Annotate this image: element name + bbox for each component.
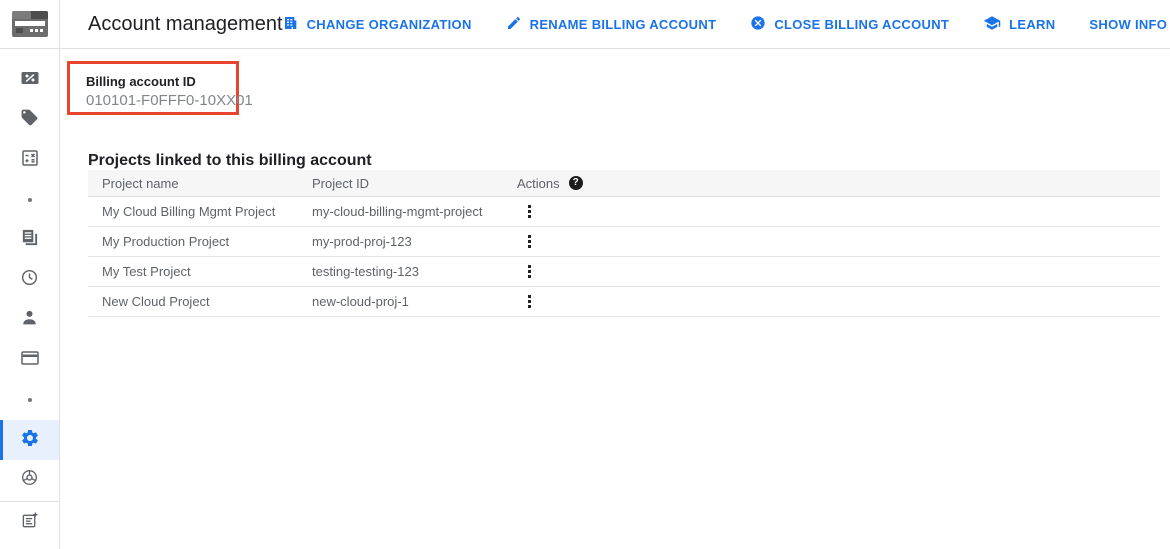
billing-account-id-label: Billing account ID (86, 74, 236, 89)
kebab-menu-icon[interactable] (520, 291, 538, 313)
projects-section-title: Projects linked to this billing account (88, 152, 372, 170)
kebab-menu-icon[interactable] (520, 201, 538, 223)
sidebar-item-account-users[interactable] (0, 300, 59, 340)
table-row: New Cloud Project new-cloud-proj-1 (88, 287, 1160, 317)
pricing-calculator-icon (20, 148, 40, 173)
sidebar-divider (0, 501, 59, 502)
sidebar (0, 49, 60, 549)
billing-card-logo (12, 11, 48, 37)
wheel-icon (20, 468, 39, 492)
change-organization-label: CHANGE ORGANIZATION (307, 17, 472, 32)
project-id-cell: my-cloud-billing-mgmt-project (312, 204, 517, 219)
kebab-menu-icon[interactable] (520, 231, 538, 253)
sidebar-item-pricing[interactable] (0, 140, 59, 180)
rename-billing-account-label: RENAME BILLING ACCOUNT (530, 17, 717, 32)
sidebar-item-overview[interactable] (0, 60, 59, 100)
sidebar-item-collapsed-1[interactable] (0, 180, 59, 220)
gear-icon (20, 428, 40, 453)
column-header-actions-label: Actions (517, 176, 560, 191)
sidebar-item-account-management[interactable] (0, 420, 59, 460)
credit-card-icon (20, 348, 40, 373)
projects-table-header: Project name Project ID Actions ? (88, 170, 1160, 197)
learn-label: LEARN (1009, 17, 1055, 32)
sidebar-item-history[interactable] (0, 260, 59, 300)
sidebar-item-collapsed-2[interactable] (0, 380, 59, 420)
graduation-cap-icon (983, 14, 1001, 35)
person-icon (20, 308, 39, 332)
sidebar-item-cost-table[interactable] (0, 220, 59, 260)
change-organization-button[interactable]: CHANGE ORGANIZATION (283, 15, 472, 34)
dot-icon (28, 398, 32, 402)
project-actions-cell (517, 201, 1160, 223)
page-title: Account management (88, 13, 283, 36)
clock-icon (20, 268, 39, 292)
learn-button[interactable]: LEARN (983, 14, 1055, 35)
column-header-actions: Actions ? (517, 176, 1160, 191)
app-logo-cell (0, 0, 60, 48)
project-actions-cell (517, 261, 1160, 283)
projects-table-body: My Cloud Billing Mgmt Project my-cloud-b… (88, 197, 1160, 317)
top-bar: Account management CHANGE ORGANIZATION R… (0, 0, 1170, 49)
sidebar-item-new-document[interactable] (0, 503, 59, 543)
project-id-cell: new-cloud-proj-1 (312, 294, 517, 309)
kebab-menu-icon[interactable] (520, 261, 538, 283)
table-row: My Cloud Billing Mgmt Project my-cloud-b… (88, 197, 1160, 227)
project-actions-cell (517, 291, 1160, 313)
organization-icon (283, 15, 299, 34)
project-id-cell: testing-testing-123 (312, 264, 517, 279)
topbar-actions: CHANGE ORGANIZATION RENAME BILLING ACCOU… (283, 14, 1170, 35)
rename-billing-account-button[interactable]: RENAME BILLING ACCOUNT (506, 15, 717, 34)
close-billing-account-label: CLOSE BILLING ACCOUNT (774, 17, 949, 32)
project-actions-cell (517, 231, 1160, 253)
sidebar-item-transactions[interactable] (0, 100, 59, 140)
show-info-panel-button[interactable]: SHOW INFO PANEL (1089, 17, 1170, 32)
sidebar-item-payment-method[interactable] (0, 340, 59, 380)
project-name-cell: My Production Project (88, 234, 312, 249)
close-billing-account-button[interactable]: CLOSE BILLING ACCOUNT (750, 15, 949, 34)
column-header-project-id: Project ID (312, 176, 517, 191)
show-info-panel-label: SHOW INFO PANEL (1089, 17, 1170, 32)
percent-card-icon (20, 68, 40, 93)
billing-account-id-value: 010101-F0FFF0-10XX01 (86, 92, 236, 109)
close-circle-icon (750, 15, 766, 34)
help-icon[interactable]: ? (569, 176, 583, 190)
project-name-cell: New Cloud Project (88, 294, 312, 309)
sidebar-item-help-wheel[interactable] (0, 460, 59, 500)
projects-table: Project name Project ID Actions ? My Clo… (88, 170, 1160, 317)
table-row: My Test Project testing-testing-123 (88, 257, 1160, 287)
new-document-icon (20, 511, 39, 535)
billing-account-id-highlight: Billing account ID 010101-F0FFF0-10XX01 (67, 61, 239, 115)
dot-icon (28, 198, 32, 202)
project-name-cell: My Test Project (88, 264, 312, 279)
project-id-cell: my-prod-proj-123 (312, 234, 517, 249)
tag-icon (20, 108, 39, 132)
pencil-icon (506, 15, 522, 34)
table-row: My Production Project my-prod-proj-123 (88, 227, 1160, 257)
column-header-project-name: Project name (88, 176, 312, 191)
documents-icon (20, 228, 39, 252)
project-name-cell: My Cloud Billing Mgmt Project (88, 204, 312, 219)
